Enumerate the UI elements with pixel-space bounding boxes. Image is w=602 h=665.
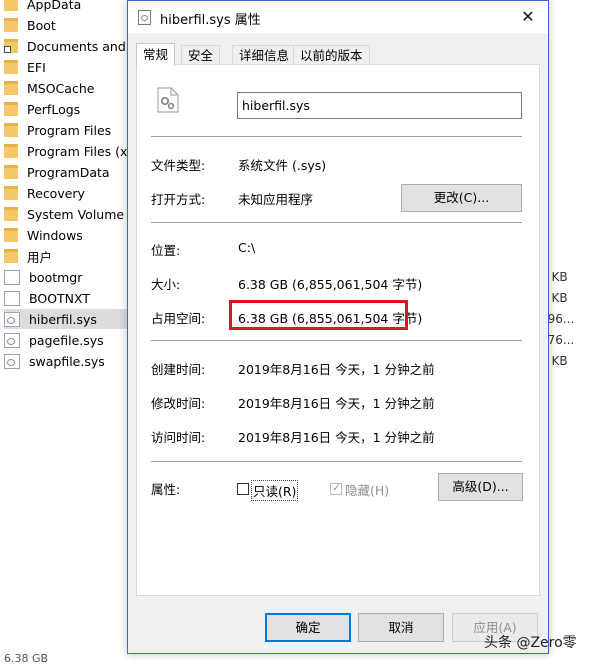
folder-icon	[4, 144, 18, 158]
location-value: C:\	[238, 240, 256, 255]
title-bar[interactable]: hiberfil.sys 属性 ✕	[128, 1, 548, 33]
separator	[151, 222, 522, 223]
file-name: Recovery	[27, 185, 85, 201]
size-on-disk-label: 占用空间:	[151, 311, 206, 326]
file-name: Documents and S	[27, 38, 138, 54]
system-file-icon	[4, 311, 20, 327]
explorer-status-text: 6.38 GB	[4, 652, 49, 665]
properties-dialog: hiberfil.sys 属性 ✕ 常规 安全 详细信息 以前的版本 文件类型:…	[127, 0, 549, 654]
folder-icon	[4, 186, 18, 200]
dialog-title: hiberfil.sys 属性	[160, 13, 261, 28]
hidden-label: 隐藏(H)	[345, 483, 390, 498]
modified-label: 修改时间:	[151, 396, 206, 411]
file-icon	[4, 290, 20, 306]
size-label: 大小:	[151, 277, 181, 292]
file-name: Program Files	[27, 122, 112, 138]
file-name: MSOCache	[27, 80, 95, 96]
red-highlight-box	[229, 300, 408, 330]
change-button[interactable]: 更改(C)...	[401, 184, 522, 212]
system-file-icon	[4, 353, 20, 369]
folder-icon	[4, 81, 18, 95]
checkmark-icon: ✓	[332, 481, 342, 494]
separator	[151, 461, 522, 462]
size-value: 6.38 GB (6,855,061,504 字节)	[238, 277, 423, 292]
file-name: Boot	[27, 17, 56, 33]
separator	[151, 136, 522, 137]
folder-icon	[4, 123, 18, 137]
file-name: hiberfil.sys	[29, 311, 97, 327]
file-icon	[4, 269, 20, 285]
file-name: AppData	[27, 0, 82, 12]
separator	[151, 340, 522, 341]
folder-icon	[4, 207, 18, 221]
tab-general[interactable]: 常规	[136, 43, 176, 66]
file-name: Program Files (x8	[27, 143, 136, 159]
folder-shortcut-icon	[4, 39, 18, 53]
file-name: ProgramData	[27, 164, 110, 180]
general-tab-panel: 文件类型: 系统文件 (.sys) 打开方式: 未知应用程序 更改(C)... …	[136, 64, 540, 596]
file-name: System Volume I	[27, 206, 132, 222]
folder-icon	[4, 249, 18, 263]
folder-icon	[4, 102, 18, 116]
readonly-label[interactable]: 只读(R)	[251, 480, 299, 501]
folder-icon	[4, 60, 18, 74]
filename-input[interactable]	[237, 92, 522, 119]
file-name: Windows	[27, 227, 83, 243]
tab-details[interactable]: 详细信息	[232, 45, 297, 65]
opens-with-value: 未知应用程序	[238, 192, 314, 207]
file-name: EFI	[27, 59, 46, 75]
file-name: BOOTNXT	[29, 290, 90, 306]
folder-icon	[4, 0, 18, 11]
tab-previous-versions[interactable]: 以前的版本	[293, 45, 370, 65]
created-value: 2019年8月16日 今天，1 分钟之前	[238, 362, 435, 377]
file-type-value: 系统文件 (.sys)	[238, 158, 327, 173]
system-file-icon	[4, 332, 20, 348]
hidden-checkbox: ✓	[330, 481, 342, 495]
watermark-text: 头条 @Zero零	[484, 635, 577, 651]
location-label: 位置:	[151, 243, 181, 258]
modified-value: 2019年8月16日 今天，1 分钟之前	[238, 396, 435, 411]
folder-icon	[4, 18, 18, 32]
file-name: 用户	[27, 249, 53, 265]
readonly-checkbox[interactable]	[237, 483, 249, 495]
folder-icon	[4, 165, 18, 179]
cancel-button[interactable]: 取消	[358, 613, 444, 642]
accessed-label: 访问时间:	[151, 430, 206, 445]
file-type-label: 文件类型:	[151, 158, 206, 173]
accessed-value: 2019年8月16日 今天，1 分钟之前	[238, 430, 435, 445]
advanced-button[interactable]: 高级(D)...	[438, 473, 523, 501]
tab-security[interactable]: 安全	[181, 45, 221, 65]
ok-button[interactable]: 确定	[265, 613, 351, 642]
system-file-icon	[138, 10, 151, 25]
folder-icon	[4, 228, 18, 242]
file-name: PerfLogs	[27, 101, 81, 117]
close-button[interactable]: ✕	[508, 1, 548, 33]
opens-with-label: 打开方式:	[151, 192, 206, 207]
system-file-gear-icon	[157, 87, 179, 113]
file-name: pagefile.sys	[29, 332, 104, 348]
created-label: 创建时间:	[151, 362, 206, 377]
file-name: bootmgr	[29, 269, 83, 285]
attributes-label: 属性:	[151, 482, 181, 497]
file-name: swapfile.sys	[29, 353, 105, 369]
